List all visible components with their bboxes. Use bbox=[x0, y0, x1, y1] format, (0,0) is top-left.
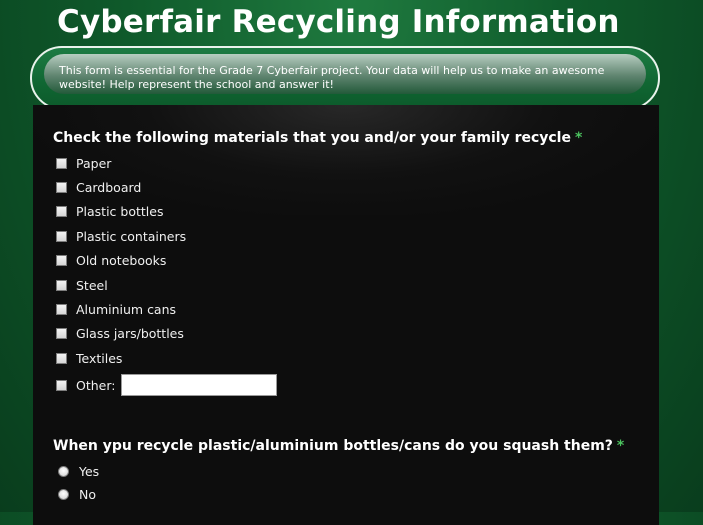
option-label: Steel bbox=[76, 277, 108, 293]
option-yes[interactable]: Yes bbox=[56, 461, 99, 481]
checkbox[interactable] bbox=[56, 279, 67, 291]
other-text-input[interactable] bbox=[121, 374, 278, 396]
option-label: Plastic containers bbox=[76, 228, 187, 244]
radio-button[interactable] bbox=[58, 465, 69, 477]
option-plastic-containers[interactable]: Plastic containers bbox=[56, 226, 186, 246]
checkbox[interactable] bbox=[56, 181, 67, 193]
option-label: Old notebooks bbox=[76, 252, 167, 268]
checkbox[interactable] bbox=[56, 303, 67, 315]
required-mark: * bbox=[616, 438, 625, 454]
option-no[interactable]: No bbox=[56, 484, 96, 504]
required-mark: * bbox=[574, 130, 583, 146]
option-cardboard[interactable]: Cardboard bbox=[56, 177, 141, 197]
option-glass-jars[interactable]: Glass jars/bottles bbox=[56, 323, 184, 343]
option-textiles[interactable]: Textiles bbox=[56, 348, 122, 368]
option-label: Paper bbox=[76, 155, 112, 171]
checkbox[interactable] bbox=[56, 352, 67, 364]
question-squash-label: When ypu recycle plastic/aluminium bottl… bbox=[53, 438, 613, 454]
option-aluminium-cans[interactable]: Aluminium cans bbox=[56, 299, 176, 319]
option-paper[interactable]: Paper bbox=[56, 153, 111, 173]
option-label: No bbox=[79, 486, 96, 502]
option-label: Yes bbox=[79, 463, 100, 479]
question-squash: When ypu recycle plastic/aluminium bottl… bbox=[53, 438, 624, 454]
option-label: Aluminium cans bbox=[76, 301, 177, 317]
option-other[interactable]: Other: bbox=[56, 373, 278, 397]
option-plastic-bottles[interactable]: Plastic bottles bbox=[56, 201, 163, 221]
form-title: Cyberfair Recycling Information bbox=[57, 4, 620, 40]
option-label: Plastic bottles bbox=[76, 203, 164, 219]
option-label: Other: bbox=[76, 377, 116, 393]
question-materials: Check the following materials that you a… bbox=[53, 130, 582, 146]
option-steel[interactable]: Steel bbox=[56, 275, 108, 295]
checkbox[interactable] bbox=[56, 205, 67, 217]
option-old-notebooks[interactable]: Old notebooks bbox=[56, 250, 166, 270]
checkbox[interactable] bbox=[56, 230, 67, 242]
option-label: Glass jars/bottles bbox=[76, 325, 184, 341]
radio-button[interactable] bbox=[58, 488, 69, 500]
option-label: Textiles bbox=[76, 350, 123, 366]
checkbox[interactable] bbox=[56, 379, 67, 391]
checkbox[interactable] bbox=[56, 327, 67, 339]
option-label: Cardboard bbox=[76, 179, 142, 195]
checkbox[interactable] bbox=[56, 254, 67, 266]
form-description: This form is essential for the Grade 7 C… bbox=[59, 64, 605, 91]
checkbox[interactable] bbox=[56, 157, 67, 169]
question-materials-label: Check the following materials that you a… bbox=[53, 130, 571, 146]
